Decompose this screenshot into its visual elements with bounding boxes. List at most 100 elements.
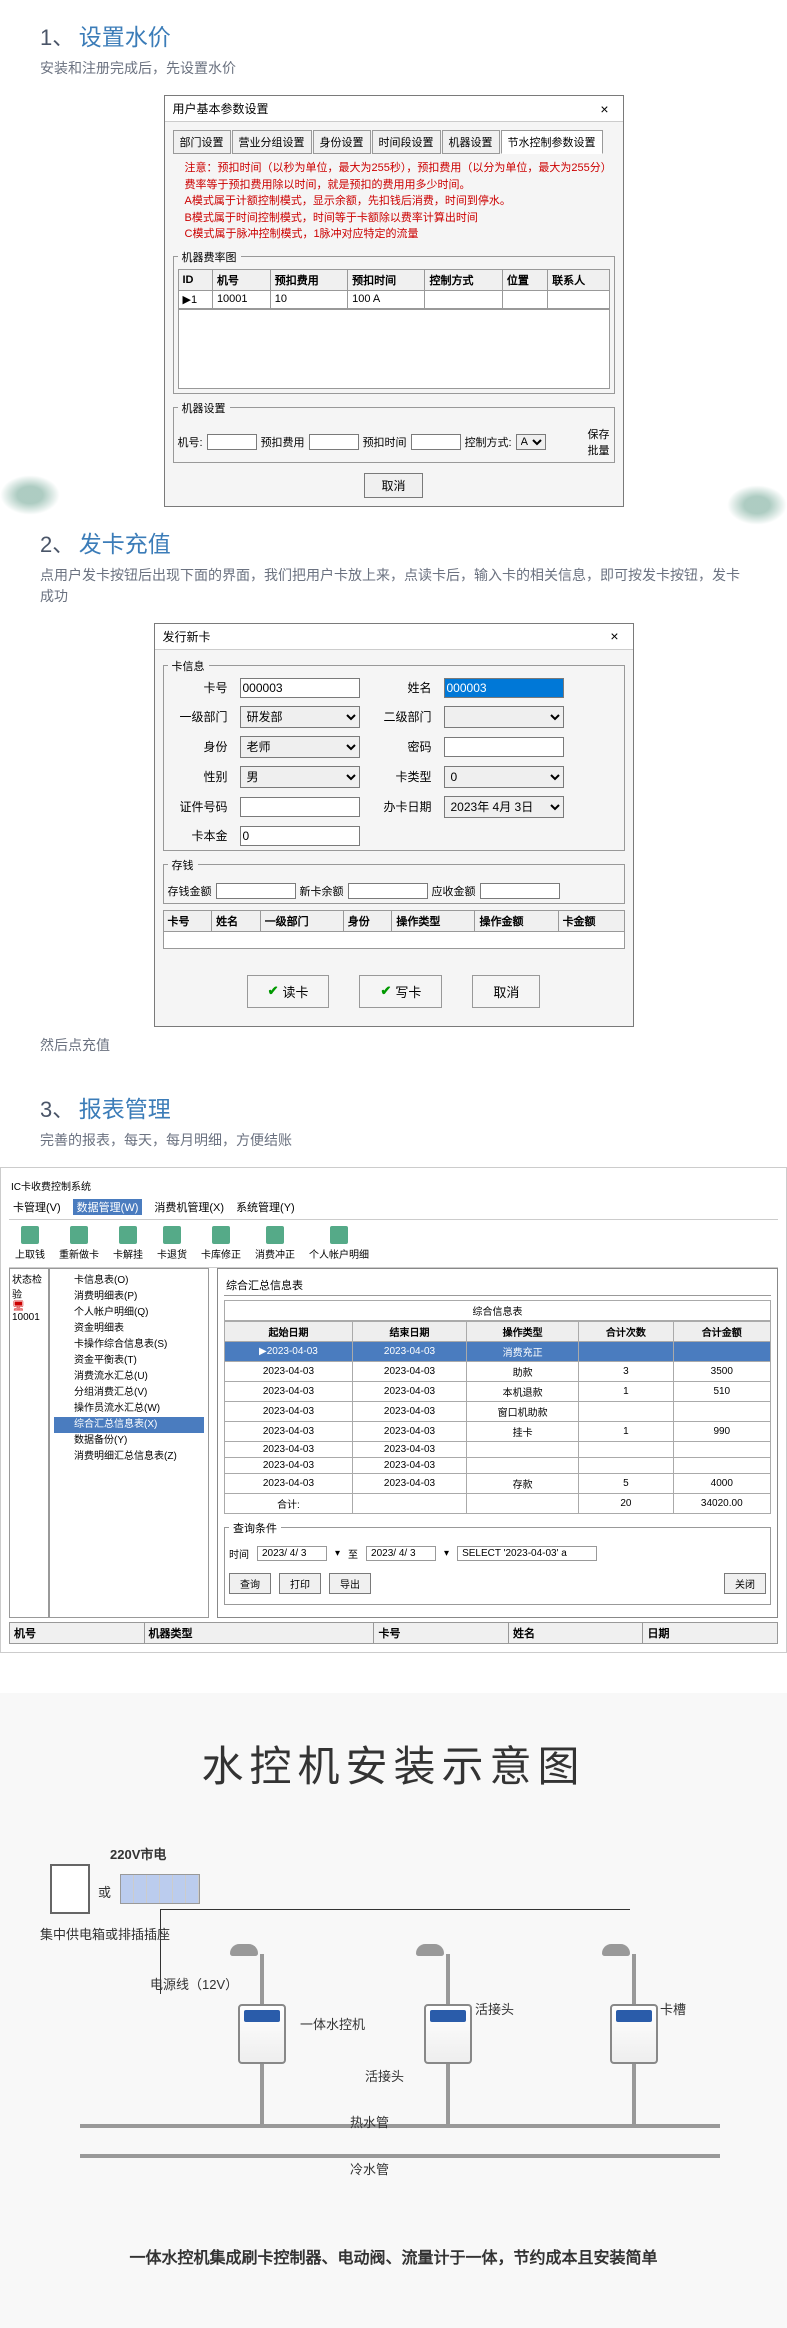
table-row[interactable]: 2023-04-032023-04-03挂卡1990 bbox=[225, 1421, 771, 1441]
menu-system[interactable]: 系统管理(Y) bbox=[236, 1199, 295, 1215]
tree-item[interactable]: 消费明细表(P) bbox=[54, 1289, 204, 1305]
print-button[interactable]: 打印 bbox=[279, 1573, 321, 1594]
input-sql[interactable] bbox=[457, 1546, 597, 1561]
col-id[interactable]: ID bbox=[178, 269, 212, 290]
tree-item[interactable]: 卡操作综合信息表(S) bbox=[54, 1337, 204, 1353]
col-time[interactable]: 预扣时间 bbox=[348, 269, 425, 290]
export-button[interactable]: 导出 bbox=[329, 1573, 371, 1594]
query-fieldset: 查询条件 时间 ▾ 至 ▾ 查询 打印 导出 关闭 bbox=[224, 1520, 771, 1605]
tool-reverse[interactable]: 消费冲正 bbox=[255, 1226, 295, 1261]
btn-save[interactable]: 保存 bbox=[588, 426, 610, 442]
col-optype[interactable]: 操作类型 bbox=[467, 1321, 579, 1341]
col-start[interactable]: 起始日期 bbox=[225, 1321, 353, 1341]
tool-detail[interactable]: 个人帐户明细 bbox=[309, 1226, 369, 1261]
table-row[interactable]: 2023-04-032023-04-03存款54000 bbox=[225, 1473, 771, 1493]
table-row[interactable]: ▶1 10001 10 100 A bbox=[178, 290, 609, 308]
table-row[interactable]: 2023-04-032023-04-03本机退款1510 bbox=[225, 1381, 771, 1401]
lbl-time: 时间 bbox=[229, 1546, 249, 1561]
col-end[interactable]: 结束日期 bbox=[352, 1321, 466, 1341]
col-contact[interactable]: 联系人 bbox=[548, 269, 609, 290]
col-amount[interactable]: 合计金额 bbox=[673, 1321, 770, 1341]
lbl-cardtype: 卡类型 bbox=[372, 768, 432, 785]
menu-machine[interactable]: 消费机管理(X) bbox=[154, 1199, 224, 1215]
table-row[interactable]: 2023-04-032023-04-03 bbox=[225, 1457, 771, 1473]
shower-icon bbox=[230, 1944, 258, 1956]
tree-item[interactable]: 个人帐户明细(Q) bbox=[54, 1305, 204, 1321]
tab-identity[interactable]: 身份设置 bbox=[313, 130, 371, 154]
tool-fix[interactable]: 卡库修正 bbox=[201, 1226, 241, 1261]
tool-withdraw[interactable]: 上取钱 bbox=[15, 1226, 45, 1261]
input-cert[interactable] bbox=[240, 797, 360, 817]
col-opamt: 操作金额 bbox=[475, 910, 558, 931]
tree-item[interactable]: 资金明细表 bbox=[54, 1321, 204, 1337]
input-machine[interactable] bbox=[207, 434, 257, 450]
s1-num: 1、 bbox=[40, 25, 74, 50]
reverse-icon bbox=[266, 1226, 284, 1244]
select-date[interactable]: 2023年 4月 3日 bbox=[444, 796, 564, 818]
table-row[interactable]: 2023-04-032023-04-03助款33500 bbox=[225, 1361, 771, 1381]
tree-item-selected[interactable]: 综合汇总信息表(X) bbox=[54, 1417, 204, 1433]
table-row[interactable]: 2023-04-032023-04-03窗口机助款 bbox=[225, 1401, 771, 1421]
close-icon[interactable]: × bbox=[604, 628, 624, 644]
col-fee[interactable]: 预扣费用 bbox=[270, 269, 347, 290]
select-dept2[interactable] bbox=[444, 706, 564, 728]
col-mode[interactable]: 控制方式 bbox=[425, 269, 502, 290]
tab-group[interactable]: 营业分组设置 bbox=[232, 130, 312, 154]
input-deposit[interactable] bbox=[216, 883, 296, 899]
tab-machine[interactable]: 机器设置 bbox=[442, 130, 500, 154]
select-mode[interactable]: A bbox=[516, 434, 546, 450]
input-date1[interactable] bbox=[257, 1546, 327, 1561]
select-sex[interactable]: 男 bbox=[240, 766, 360, 788]
col-mno: 机号 bbox=[10, 1622, 145, 1643]
col-count[interactable]: 合计次数 bbox=[579, 1321, 673, 1341]
cancel-button[interactable]: 取消 bbox=[364, 473, 422, 498]
select-cardtype[interactable]: 0 bbox=[444, 766, 564, 788]
tab-time[interactable]: 时间段设置 bbox=[372, 130, 441, 154]
menu-card[interactable]: 卡管理(V) bbox=[13, 1199, 61, 1215]
tab-dept[interactable]: 部门设置 bbox=[173, 130, 231, 154]
tree-item[interactable]: 操作员流水汇总(W) bbox=[54, 1401, 204, 1417]
tree-item[interactable]: 分组消费汇总(V) bbox=[54, 1385, 204, 1401]
cancel-button[interactable]: 取消 bbox=[472, 975, 540, 1008]
select-identity[interactable]: 老师 bbox=[240, 736, 360, 758]
write-card-button[interactable]: ✔写卡 bbox=[359, 975, 442, 1008]
input-base[interactable] bbox=[240, 826, 360, 846]
tool-return[interactable]: 卡退货 bbox=[157, 1226, 187, 1261]
input-fee[interactable] bbox=[309, 434, 359, 450]
close-icon[interactable]: × bbox=[594, 101, 614, 117]
read-card-button[interactable]: ✔读卡 bbox=[247, 975, 330, 1008]
tab-water[interactable]: 节水控制参数设置 bbox=[501, 130, 603, 154]
tree-item[interactable]: 资金平衡表(T) bbox=[54, 1353, 204, 1369]
tree-item[interactable]: 卡信息表(O) bbox=[54, 1273, 204, 1289]
toolbar: 上取钱 重新做卡 卡解挂 卡退货 卡库修正 消费冲正 个人帐户明细 bbox=[9, 1220, 778, 1268]
menu-data[interactable]: 数据管理(W) bbox=[73, 1199, 143, 1215]
input-pwd[interactable] bbox=[444, 737, 564, 757]
input-balance[interactable] bbox=[348, 883, 428, 899]
s3-title: 报表管理 bbox=[79, 1096, 171, 1122]
tool-remake[interactable]: 重新做卡 bbox=[59, 1226, 99, 1261]
input-name[interactable] bbox=[444, 678, 564, 698]
summary-table[interactable]: 起始日期 结束日期 操作类型 合计次数 合计金额 ▶2023-04-032023… bbox=[224, 1321, 771, 1514]
table-row[interactable]: 2023-04-032023-04-03 bbox=[225, 1441, 771, 1457]
lbl-name: 姓名 bbox=[372, 679, 432, 696]
input-receive[interactable] bbox=[480, 883, 560, 899]
close-button[interactable]: 关闭 bbox=[724, 1573, 766, 1594]
input-time[interactable] bbox=[411, 434, 461, 450]
btn-batch[interactable]: 批量 bbox=[588, 442, 610, 458]
tool-unlock[interactable]: 卡解挂 bbox=[113, 1226, 143, 1261]
table-row[interactable]: ▶2023-04-032023-04-03消费充正 bbox=[225, 1341, 771, 1361]
tree-item[interactable]: 数据备份(Y) bbox=[54, 1433, 204, 1449]
query-button[interactable]: 查询 bbox=[229, 1573, 271, 1594]
tree-item[interactable]: 消费流水汇总(U) bbox=[54, 1369, 204, 1385]
table-row-total[interactable]: 合计:2034020.00 bbox=[225, 1493, 771, 1513]
col-mno[interactable]: 机号 bbox=[212, 269, 270, 290]
input-cardno[interactable] bbox=[240, 678, 360, 698]
s1-title: 设置水价 bbox=[79, 24, 171, 50]
machine-fieldset: 机器设置 机号: 预扣费用 预扣时间 控制方式: A 保存 批量 bbox=[173, 400, 615, 463]
input-date2[interactable] bbox=[366, 1546, 436, 1561]
col-name: 姓名 bbox=[212, 910, 261, 931]
select-dept1[interactable]: 研发部 bbox=[240, 706, 360, 728]
col-pos[interactable]: 位置 bbox=[502, 269, 547, 290]
rate-table[interactable]: ID 机号 预扣费用 预扣时间 控制方式 位置 联系人 ▶1 10001 10 … bbox=[178, 269, 610, 309]
tree-item[interactable]: 消费明细汇总信息表(Z) bbox=[54, 1449, 204, 1465]
